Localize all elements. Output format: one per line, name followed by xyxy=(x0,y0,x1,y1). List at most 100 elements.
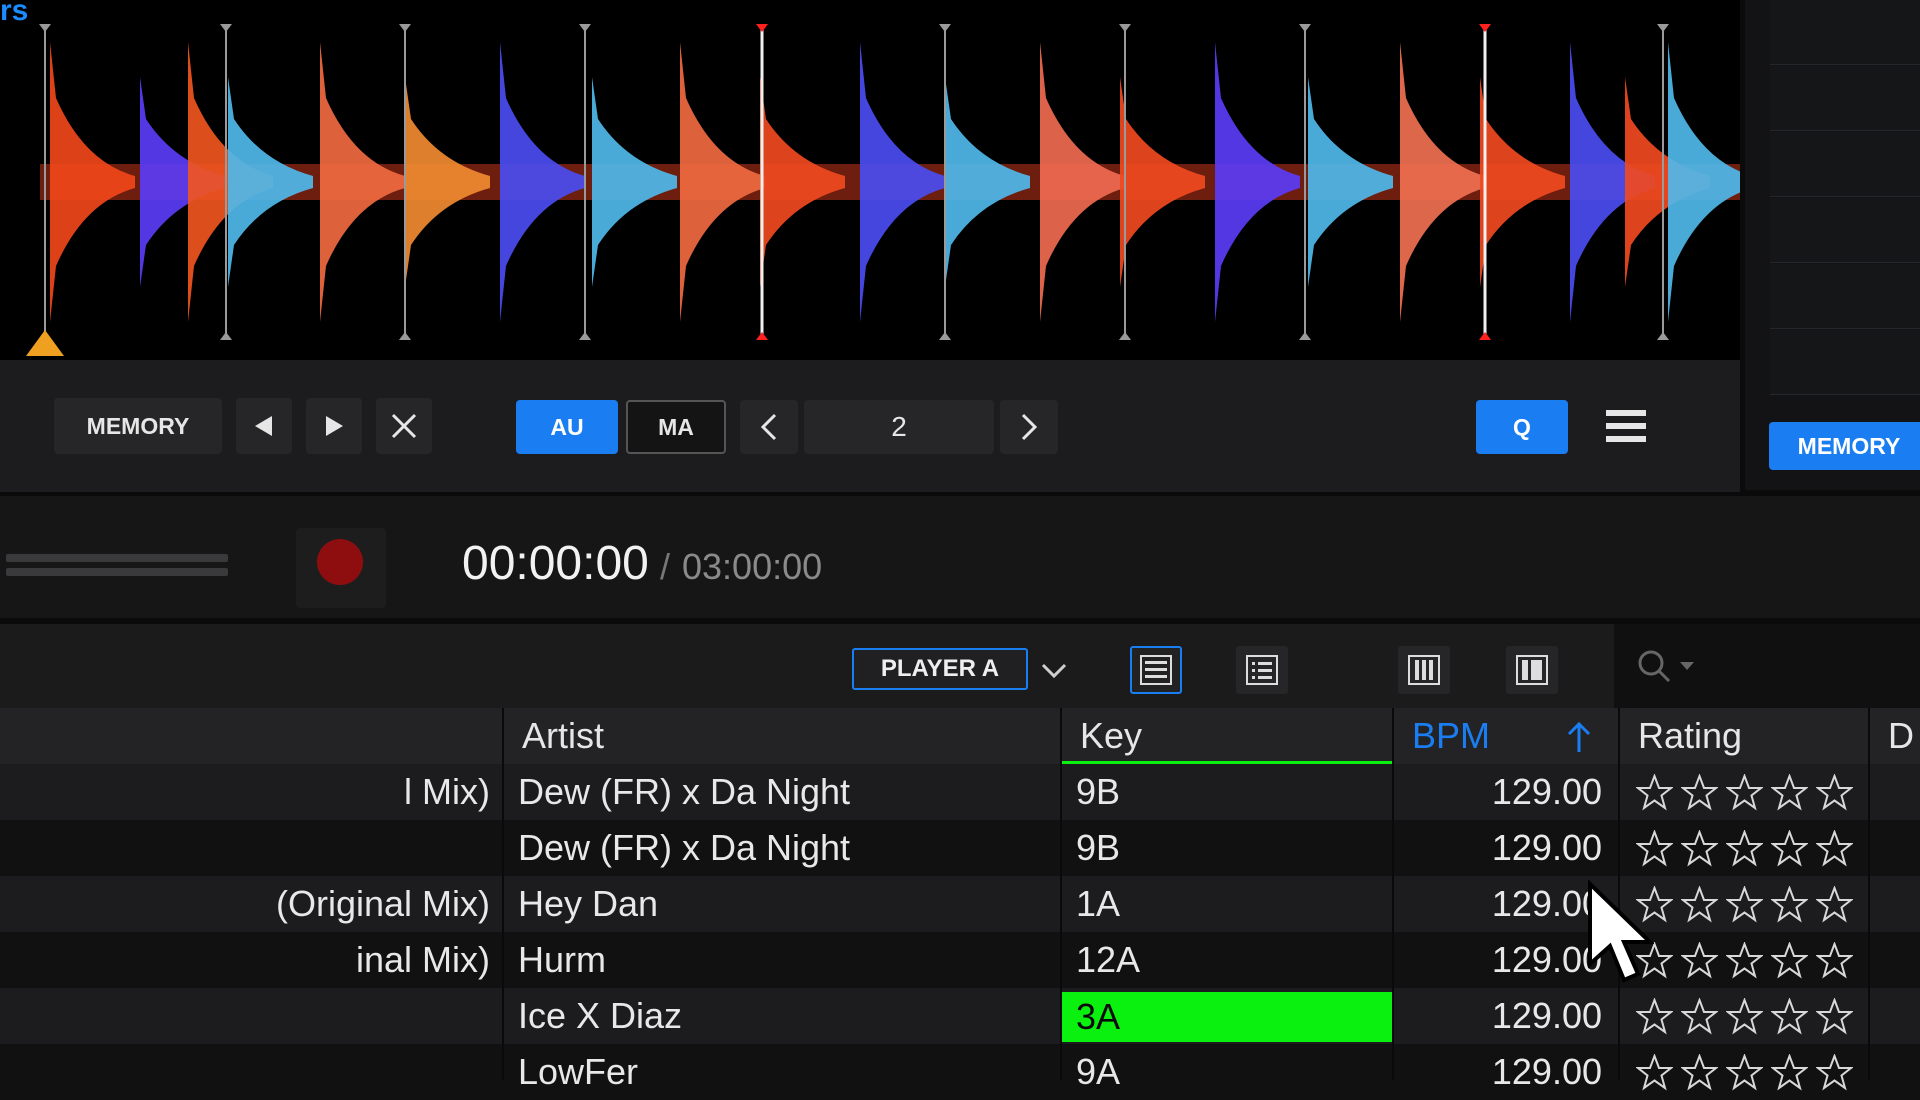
star-icon[interactable] xyxy=(1636,1054,1673,1091)
sort-ascending-icon xyxy=(1564,720,1594,761)
star-icon[interactable] xyxy=(1816,1054,1853,1091)
column-view-button[interactable] xyxy=(1398,646,1450,694)
header-artist[interactable]: Artist xyxy=(522,708,604,764)
cell-artist: Ice X Diaz xyxy=(518,995,683,1036)
total-time: 03:00:00 xyxy=(682,546,823,587)
star-icon[interactable] xyxy=(1636,830,1673,867)
memory-slot[interactable] xyxy=(1770,66,1920,131)
search-field[interactable] xyxy=(1614,624,1920,712)
star-icon[interactable] xyxy=(1771,886,1808,923)
star-icon[interactable] xyxy=(1771,1054,1808,1091)
star-icon[interactable] xyxy=(1816,998,1853,1035)
star-icon[interactable] xyxy=(1816,774,1853,811)
star-icon[interactable] xyxy=(1771,998,1808,1035)
header-bpm[interactable]: BPM xyxy=(1412,708,1490,764)
delete-cue-button[interactable] xyxy=(376,398,432,454)
column-divider[interactable] xyxy=(1868,708,1870,1080)
beat-decrease-button[interactable] xyxy=(740,400,798,454)
menu-button[interactable] xyxy=(1594,398,1658,454)
deck-corner-label: rs xyxy=(0,0,29,27)
cell-key: 3A xyxy=(1062,992,1392,1042)
header-rating[interactable]: Rating xyxy=(1638,708,1742,764)
columns-icon xyxy=(1408,655,1440,685)
rating-stars[interactable] xyxy=(1636,998,1853,1035)
level-meter-line xyxy=(6,568,228,576)
star-icon[interactable] xyxy=(1726,1054,1763,1091)
beat-value-display: 2 xyxy=(804,400,994,454)
star-icon[interactable] xyxy=(1636,774,1673,811)
chevron-down-icon xyxy=(1041,663,1067,679)
column-divider[interactable] xyxy=(1060,708,1062,1080)
star-icon[interactable] xyxy=(1816,886,1853,923)
cell-title xyxy=(0,1044,490,1100)
player-select[interactable]: PLAYER A xyxy=(852,648,1028,690)
rating-stars[interactable] xyxy=(1636,830,1853,867)
table-row[interactable]: l Mix) Dew (FR) x Da Night 9B 129.00 xyxy=(0,764,1920,820)
cell-artist: Hey Dan xyxy=(518,883,659,924)
beat-increase-button[interactable] xyxy=(1000,400,1058,454)
hamburger-menu-icon xyxy=(1606,410,1646,442)
detail-list-view-button[interactable] xyxy=(1130,646,1182,694)
memory-slot[interactable] xyxy=(1770,198,1920,263)
split-view-button[interactable] xyxy=(1506,646,1558,694)
memory-slot[interactable] xyxy=(1770,264,1920,329)
waveform-display[interactable] xyxy=(0,0,1740,360)
star-icon[interactable] xyxy=(1681,942,1718,979)
star-icon[interactable] xyxy=(1681,830,1718,867)
star-icon[interactable] xyxy=(1726,886,1763,923)
star-icon[interactable] xyxy=(1816,830,1853,867)
table-row[interactable]: LowFer 9A 129.00 xyxy=(0,1044,1920,1100)
cell-bpm: 129.00 xyxy=(1491,939,1602,980)
cell-key: 12A xyxy=(1076,939,1141,980)
star-icon[interactable] xyxy=(1681,886,1718,923)
column-divider[interactable] xyxy=(1392,708,1394,1080)
simple-list-view-button[interactable] xyxy=(1236,646,1288,694)
header-next-column[interactable]: D xyxy=(1888,708,1914,764)
search-icon xyxy=(1638,650,1694,683)
star-icon[interactable] xyxy=(1771,942,1808,979)
cell-key: 9B xyxy=(1076,827,1121,868)
level-meter-line xyxy=(6,554,228,562)
memory-button-right[interactable]: MEMORY xyxy=(1769,422,1920,470)
memory-slot[interactable] xyxy=(1770,132,1920,197)
table-row[interactable]: Ice X Diaz 3A 129.00 xyxy=(0,988,1920,1044)
star-icon[interactable] xyxy=(1771,830,1808,867)
rating-stars[interactable] xyxy=(1636,886,1853,923)
rating-stars[interactable] xyxy=(1636,942,1853,979)
time-separator: / xyxy=(660,546,671,587)
cell-bpm: 129.00 xyxy=(1491,1051,1602,1092)
memory-slot[interactable] xyxy=(1770,0,1920,65)
triangle-right-icon xyxy=(326,416,343,436)
table-row[interactable]: Dew (FR) x Da Night 9B 129.00 xyxy=(0,820,1920,876)
star-icon[interactable] xyxy=(1636,998,1673,1035)
memory-button[interactable]: MEMORY xyxy=(54,398,222,454)
cell-bpm: 129.00 xyxy=(1491,827,1602,868)
cell-bpm: 129.00 xyxy=(1491,995,1602,1036)
star-icon[interactable] xyxy=(1816,942,1853,979)
rating-stars[interactable] xyxy=(1636,1054,1853,1091)
header-key[interactable]: Key xyxy=(1080,708,1142,764)
manual-mode-button[interactable]: MA xyxy=(626,400,726,454)
star-icon[interactable] xyxy=(1726,774,1763,811)
table-header: Artist Key BPM Rating D xyxy=(0,708,1920,764)
player-dropdown-button[interactable] xyxy=(1034,650,1074,690)
star-icon[interactable] xyxy=(1771,774,1808,811)
cell-artist: Dew (FR) x Da Night xyxy=(518,771,851,812)
star-icon[interactable] xyxy=(1726,830,1763,867)
star-icon[interactable] xyxy=(1726,942,1763,979)
star-icon[interactable] xyxy=(1681,1054,1718,1091)
auto-mode-button[interactable]: AU xyxy=(516,400,618,454)
column-divider[interactable] xyxy=(502,708,504,1080)
rating-stars[interactable] xyxy=(1636,774,1853,811)
chevron-left-icon xyxy=(760,413,777,441)
recorder-bar xyxy=(0,492,1920,624)
quantize-button[interactable]: Q xyxy=(1476,400,1568,454)
previous-cue-button[interactable] xyxy=(236,398,292,454)
record-icon xyxy=(317,539,363,585)
cell-title: (Original Mix) xyxy=(275,883,490,924)
next-cue-button[interactable] xyxy=(306,398,362,454)
star-icon[interactable] xyxy=(1681,998,1718,1035)
star-icon[interactable] xyxy=(1681,774,1718,811)
star-icon[interactable] xyxy=(1726,998,1763,1035)
memory-slot[interactable] xyxy=(1770,330,1920,395)
